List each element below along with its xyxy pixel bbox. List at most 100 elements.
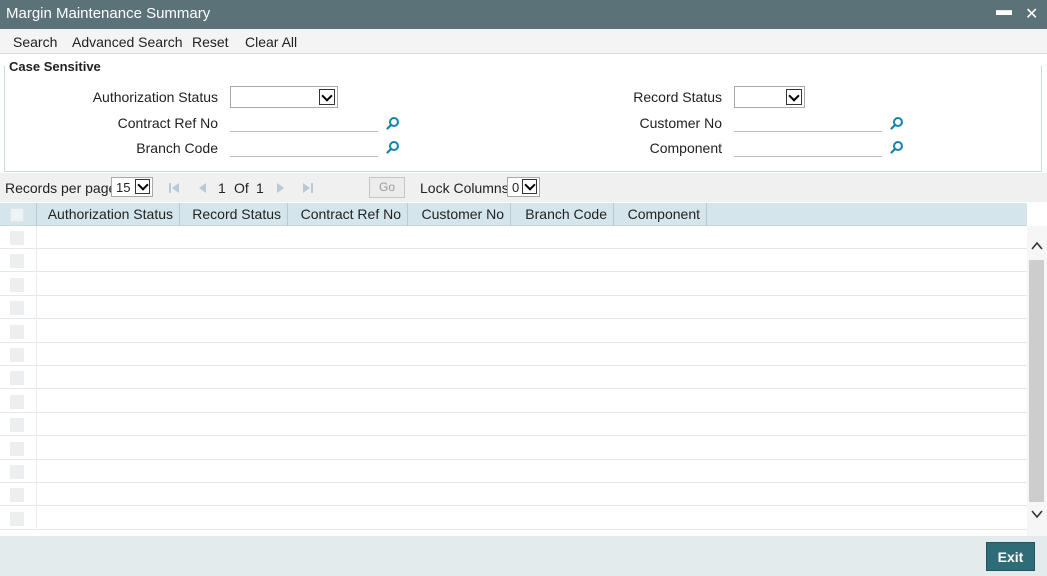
lock-columns-label: Lock Columns [420, 180, 509, 196]
record-status-select[interactable] [734, 86, 805, 108]
row-checkbox[interactable] [10, 394, 24, 409]
advanced-search-button[interactable]: Advanced Search [72, 34, 183, 50]
of-label: Of [234, 180, 249, 196]
row-checkbox[interactable] [10, 254, 24, 269]
table-row[interactable] [0, 296, 1027, 320]
row-divider [36, 436, 37, 460]
grid-header: Authorization Status Record Status Contr… [0, 203, 1027, 226]
pagination-bar: Records per page 15 1 Of 1 Go Lock Colum… [0, 173, 1047, 202]
column-header-component[interactable]: Component [614, 203, 707, 226]
row-divider [36, 319, 37, 343]
row-checkbox[interactable] [10, 511, 24, 526]
table-row[interactable] [0, 319, 1027, 343]
chevron-down-icon [522, 179, 537, 194]
go-button[interactable]: Go [369, 177, 405, 198]
toolbar: Search Advanced Search Reset Clear All [0, 29, 1047, 54]
row-checkbox[interactable] [10, 301, 24, 316]
title-bar: Margin Maintenance Summary ▬ ✕ [0, 0, 1047, 29]
row-checkbox[interactable] [10, 418, 24, 433]
row-divider [36, 296, 37, 320]
row-checkbox[interactable] [10, 277, 24, 292]
table-row[interactable] [0, 249, 1027, 273]
branch-code-label: Branch Code [136, 140, 218, 156]
exit-button[interactable]: Exit [986, 542, 1035, 571]
row-divider [36, 226, 37, 249]
column-header-customer-no[interactable]: Customer No [408, 203, 511, 226]
column-header-authorization-status[interactable]: Authorization Status [36, 203, 180, 226]
row-divider [36, 389, 37, 413]
table-row[interactable] [0, 436, 1027, 460]
row-divider [36, 460, 37, 483]
chevron-down-icon [319, 89, 335, 105]
row-checkbox[interactable] [10, 371, 24, 386]
column-header-branch-code[interactable]: Branch Code [511, 203, 614, 226]
row-divider [36, 343, 37, 366]
table-row[interactable] [0, 483, 1027, 507]
goto-page-input[interactable] [326, 177, 366, 198]
close-icon[interactable]: ✕ [1025, 4, 1038, 24]
clear-all-button[interactable]: Clear All [245, 34, 297, 50]
scrollbar-thumb[interactable] [1029, 260, 1044, 502]
grid-vertical-scrollbar[interactable] [1027, 226, 1047, 536]
next-page-icon[interactable] [275, 182, 287, 194]
results-grid: Authorization Status Record Status Contr… [0, 203, 1027, 536]
minimize-icon[interactable]: ▬ [996, 2, 1012, 20]
contract-ref-no-input[interactable] [230, 111, 378, 132]
chevron-down-icon [786, 89, 802, 105]
window-title: Margin Maintenance Summary [6, 5, 211, 22]
branch-code-input[interactable] [230, 136, 378, 157]
authorization-status-select[interactable] [230, 86, 338, 108]
component-label: Component [649, 140, 722, 156]
previous-page-icon[interactable] [196, 182, 208, 194]
reset-button[interactable]: Reset [192, 34, 229, 50]
customer-no-label: Customer No [639, 115, 722, 131]
authorization-status-label: Authorization Status [92, 89, 218, 105]
table-row[interactable] [0, 389, 1027, 413]
row-checkbox[interactable] [10, 488, 24, 503]
column-header-record-status[interactable]: Record Status [180, 203, 288, 226]
records-per-page-label: Records per page [5, 180, 117, 196]
chevron-down-icon [135, 179, 150, 194]
contract-ref-no-label: Contract Ref No [117, 115, 218, 131]
lock-columns-value: 0 [512, 180, 520, 195]
scroll-down-icon[interactable] [1031, 508, 1043, 520]
table-row[interactable] [0, 272, 1027, 296]
row-divider [36, 366, 37, 390]
row-checkbox[interactable] [10, 324, 24, 339]
row-divider [36, 413, 37, 437]
customer-no-lookup-icon[interactable] [890, 116, 904, 130]
scroll-up-icon[interactable] [1031, 240, 1043, 252]
case-sensitive-legend: Case Sensitive [8, 59, 102, 74]
component-lookup-icon[interactable] [890, 140, 904, 154]
select-all-checkbox[interactable] [10, 208, 24, 222]
table-row[interactable] [0, 366, 1027, 390]
row-divider [36, 272, 37, 296]
contract-ref-no-lookup-icon[interactable] [386, 116, 400, 130]
table-row[interactable] [0, 226, 1027, 249]
branch-code-lookup-icon[interactable] [386, 140, 400, 154]
total-pages: 1 [256, 180, 264, 196]
row-divider [36, 483, 37, 507]
lock-columns-select[interactable]: 0 [507, 177, 540, 197]
row-checkbox[interactable] [10, 441, 24, 456]
row-checkbox[interactable] [10, 231, 24, 245]
record-status-label: Record Status [633, 89, 722, 105]
records-per-page-select[interactable]: 15 [111, 177, 153, 197]
row-divider [36, 249, 37, 273]
customer-no-input[interactable] [734, 111, 882, 132]
footer-bar: Exit [0, 536, 1047, 576]
row-divider [36, 506, 37, 530]
row-checkbox[interactable] [10, 465, 24, 479]
component-input[interactable] [734, 136, 882, 157]
table-row[interactable] [0, 343, 1027, 366]
last-page-icon[interactable] [302, 182, 314, 194]
table-row[interactable] [0, 413, 1027, 437]
row-checkbox[interactable] [10, 348, 24, 362]
search-button[interactable]: Search [13, 34, 57, 50]
table-row[interactable] [0, 460, 1027, 483]
current-page: 1 [218, 180, 226, 196]
first-page-icon[interactable] [168, 182, 180, 194]
table-row[interactable] [0, 506, 1027, 530]
column-header-contract-ref-no[interactable]: Contract Ref No [288, 203, 408, 226]
records-per-page-value: 15 [116, 180, 131, 195]
